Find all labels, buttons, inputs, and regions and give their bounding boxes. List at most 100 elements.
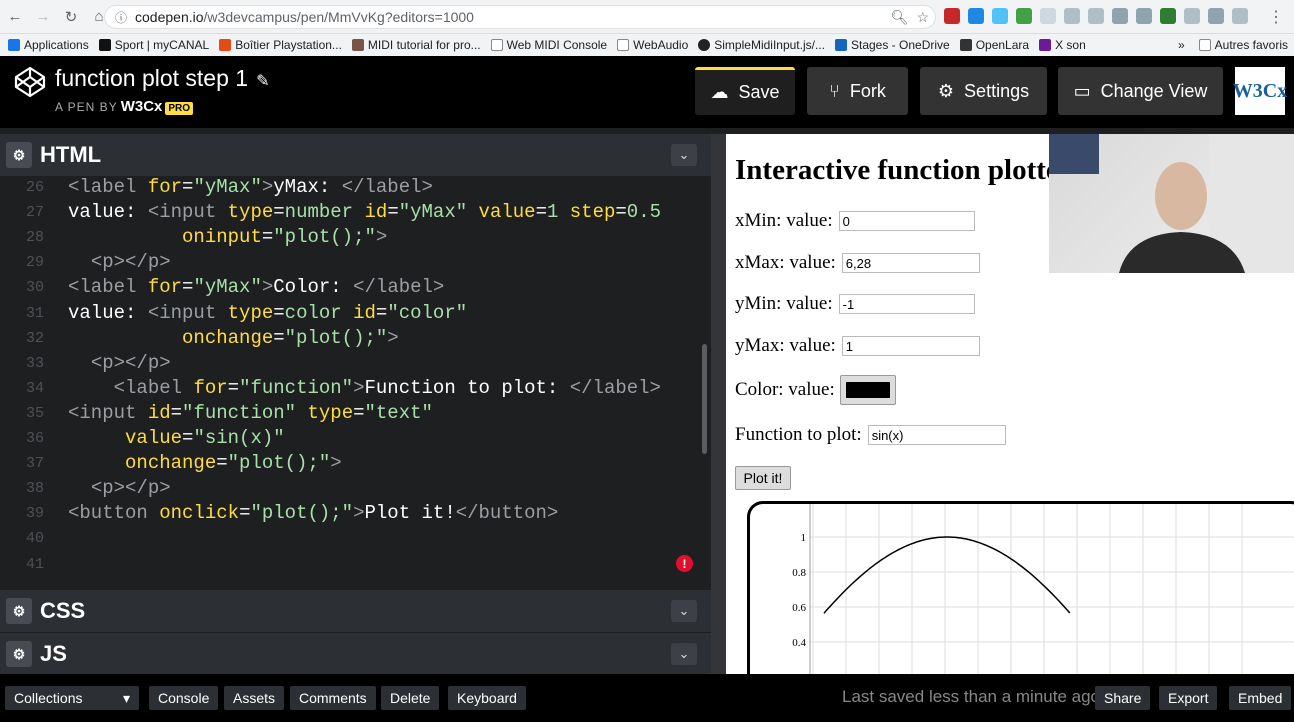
bookmark-item[interactable]: WebAudio — [617, 38, 688, 52]
panel-settings-icon[interactable]: ⚙ — [6, 142, 32, 168]
bookmarks-bar: Applications Sport | myCANAL Boîtier Pla… — [0, 34, 1294, 56]
bookmark-item[interactable]: Stages - OneDrive — [834, 38, 950, 52]
back-icon[interactable]: ← — [2, 4, 28, 30]
page-title: Interactive function plotter — [735, 154, 1072, 186]
bookmark-item[interactable]: SimpleMidiInput.js/... — [698, 38, 825, 52]
line-number: 38 — [25, 480, 44, 498]
bookmark-star-icon[interactable]: ☆ — [916, 9, 929, 26]
codepen-logo-icon[interactable] — [14, 66, 46, 98]
author-name[interactable]: W3Cx — [121, 98, 163, 115]
extension-icon[interactable] — [1160, 8, 1176, 24]
chevron-down-icon[interactable]: ⌄ — [671, 600, 697, 622]
save-status: Last saved less than a minute ago — [842, 687, 1100, 706]
extension-icon[interactable] — [1136, 8, 1152, 24]
extension-icon[interactable] — [1040, 8, 1056, 24]
collections-dropdown[interactable]: Collections ▾ — [5, 686, 139, 710]
bookmark-item[interactable]: Applications — [8, 38, 89, 52]
bookmark-item[interactable]: Boîtier Playstation... — [219, 38, 342, 52]
bookmark-item[interactable]: Sport | myCANAL — [98, 38, 209, 52]
bookmark-item[interactable]: OpenLara — [959, 38, 1029, 52]
function-row: Function to plot: — [735, 424, 1006, 446]
embed-button[interactable]: Embed — [1229, 686, 1292, 710]
extension-icon[interactable] — [1064, 8, 1080, 24]
address-bar[interactable]: ⓘ codepen.io /w3devcampus/pen/MmVvKg?edi… — [104, 5, 936, 29]
presenter-video — [1049, 134, 1294, 273]
line-number: 41 — [25, 555, 44, 573]
export-button[interactable]: Export — [1159, 686, 1218, 710]
error-icon[interactable]: ! — [676, 555, 693, 572]
code-text: oninput="plot();"> — [182, 226, 388, 249]
reload-icon[interactable]: ↻ — [58, 4, 84, 30]
extension-icon[interactable] — [1088, 8, 1104, 24]
extension-icon[interactable] — [944, 8, 960, 24]
line-number: 37 — [25, 455, 44, 473]
user-avatar[interactable]: W3Cx — [1233, 67, 1287, 115]
xmax-input[interactable] — [841, 253, 980, 273]
y-tick-label: 0.4 — [792, 637, 806, 649]
delete-button[interactable]: Delete — [381, 686, 440, 710]
editor-scrollbar[interactable] — [702, 344, 707, 454]
xmin-input[interactable] — [838, 211, 975, 231]
gear-icon: ⚙ — [937, 80, 955, 101]
share-button[interactable]: Share — [1095, 686, 1151, 710]
zoom-icon[interactable]: 🔍︎ — [891, 9, 909, 26]
extension-icon[interactable] — [1016, 8, 1032, 24]
xmax-row: xMax: value: — [735, 252, 980, 274]
panel-settings-icon[interactable]: ⚙ — [6, 598, 32, 624]
settings-button[interactable]: ⚙ Settings — [920, 67, 1047, 115]
color-picker[interactable] — [839, 375, 896, 405]
html-panel-header[interactable]: ⚙ HTML ⌄ — [0, 134, 711, 176]
panel-settings-icon[interactable]: ⚙ — [6, 641, 32, 667]
extension-icon[interactable] — [992, 8, 1008, 24]
cloud-icon: ☁ — [710, 82, 729, 102]
extension-icon[interactable] — [1208, 8, 1224, 24]
xmin-row: xMin: value: — [735, 210, 975, 232]
bookmark-item[interactable]: Web MIDI Console — [490, 38, 607, 52]
change-view-button[interactable]: ▭ Change View — [1058, 67, 1223, 115]
code-text: <p></p> — [90, 477, 171, 500]
url-host: codepen.io — [135, 9, 204, 25]
js-panel-header[interactable]: ⚙ JS ⌄ — [0, 633, 711, 675]
info-icon: ⓘ — [115, 10, 128, 25]
code-text: value="sin(x)" — [125, 427, 285, 449]
ymax-row: yMax: value: — [735, 335, 980, 357]
resize-handle[interactable] — [711, 134, 726, 674]
extension-icon[interactable] — [1112, 8, 1128, 24]
console-button[interactable]: Console — [149, 686, 219, 710]
code-editor[interactable]: 26 <label for="yMax">yMax: </label> 27 valu… — [0, 176, 704, 588]
line-number: 35 — [25, 404, 44, 422]
keyboard-button[interactable]: Keyboard — [448, 686, 526, 710]
color-row: Color: value: — [735, 375, 896, 405]
webcam-overlay — [1049, 134, 1294, 273]
more-bookmarks-icon[interactable]: » — [1178, 38, 1185, 52]
extension-icon[interactable] — [1184, 8, 1200, 24]
fork-button[interactable]: ⑂ Fork — [807, 67, 908, 115]
chevron-down-icon[interactable]: ⌄ — [671, 144, 697, 166]
line-number: 33 — [25, 354, 44, 372]
y-tick-label: 0.8 — [792, 567, 806, 579]
other-bookmarks[interactable]: Autres favoris — [1198, 38, 1288, 52]
function-input[interactable] — [867, 425, 1006, 445]
css-panel-header[interactable]: ⚙ CSS ⌄ — [0, 590, 711, 632]
assets-button[interactable]: Assets — [224, 686, 285, 710]
line-number: 27 — [25, 204, 44, 222]
pen-title[interactable]: function plot step 1 ✎ — [55, 65, 269, 92]
line-number: 36 — [25, 430, 44, 447]
code-text: <label for="yMax">Color: </label> — [68, 276, 445, 299]
ymax-input[interactable] — [841, 336, 980, 356]
browser-menu-icon[interactable]: ⋮ — [1268, 7, 1284, 27]
extension-icon[interactable] — [1232, 8, 1248, 24]
pencil-icon[interactable]: ✎ — [256, 73, 269, 90]
bookmark-item[interactable]: X son — [1039, 38, 1086, 52]
save-button[interactable]: ☁ Save — [695, 67, 795, 115]
ymin-input[interactable] — [838, 294, 975, 314]
plot-button[interactable]: Plot it! — [735, 466, 791, 490]
comments-button[interactable]: Comments — [290, 686, 376, 710]
bookmark-item[interactable]: MIDI tutorial for pro... — [351, 38, 481, 52]
extension-icon[interactable] — [968, 8, 984, 24]
line-number: 32 — [25, 329, 44, 347]
code-text: onchange="plot();"> — [125, 452, 342, 475]
plot-svg: 1 0.8 0.6 0.4 — [792, 504, 1294, 674]
chevron-down-icon[interactable]: ⌄ — [671, 643, 697, 665]
forward-icon[interactable]: → — [30, 4, 56, 30]
